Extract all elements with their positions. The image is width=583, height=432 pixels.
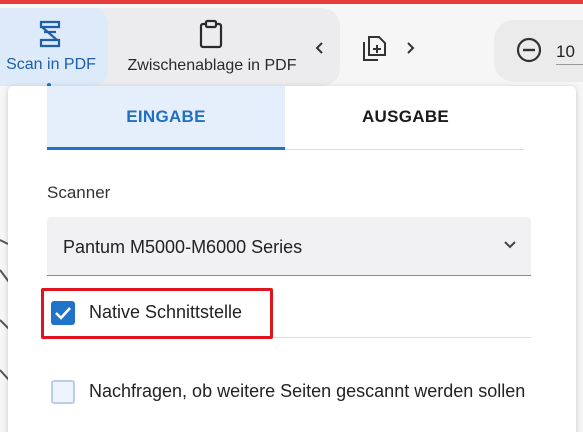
tab-ausgabe-label: AUSGABE [361,107,450,126]
clipboard-icon [199,19,223,49]
add-document-icon[interactable] [360,34,390,66]
ask-more-pages-label: Nachfragen, ob weitere Seiten gescannt w… [89,381,526,401]
option-divider [273,337,531,338]
clipboard-to-pdf-button[interactable]: Zwischenablage in PDF [112,8,312,86]
scan-to-pdf-button[interactable]: Scan in PDF [0,8,108,87]
ask-more-pages-checkbox[interactable] [51,380,75,404]
scan-to-pdf-label: Scan in PDF [6,56,96,73]
scanner-selected-value: Pantum M5000-M6000 Series [63,237,303,257]
scanner-icon [38,20,62,48]
ask-more-pages-option[interactable]: Nachfragen, ob weitere Seiten gescannt w… [47,376,583,412]
tab-ausgabe[interactable]: AUSGABE [287,86,524,150]
chevron-left-icon[interactable] [312,38,328,58]
tab-eingabe[interactable]: EINGABE [47,86,285,150]
clipboard-to-pdf-label: Zwischenablage in PDF [127,57,297,74]
highlight-box [41,288,273,339]
zoom-out-icon[interactable] [515,36,543,64]
scanner-field-label: Scanner [47,183,111,202]
chevron-down-icon [502,238,518,252]
scanner-select[interactable]: Pantum M5000-M6000 Series [47,217,531,276]
zoom-value-input[interactable]: 10 [556,42,583,65]
chevron-right-icon[interactable] [402,38,418,58]
toolbar: Scan in PDF Zwischenablage in PDF 10 [0,4,583,90]
tab-divider [285,149,524,150]
tab-eingabe-label: EINGABE [126,107,206,126]
